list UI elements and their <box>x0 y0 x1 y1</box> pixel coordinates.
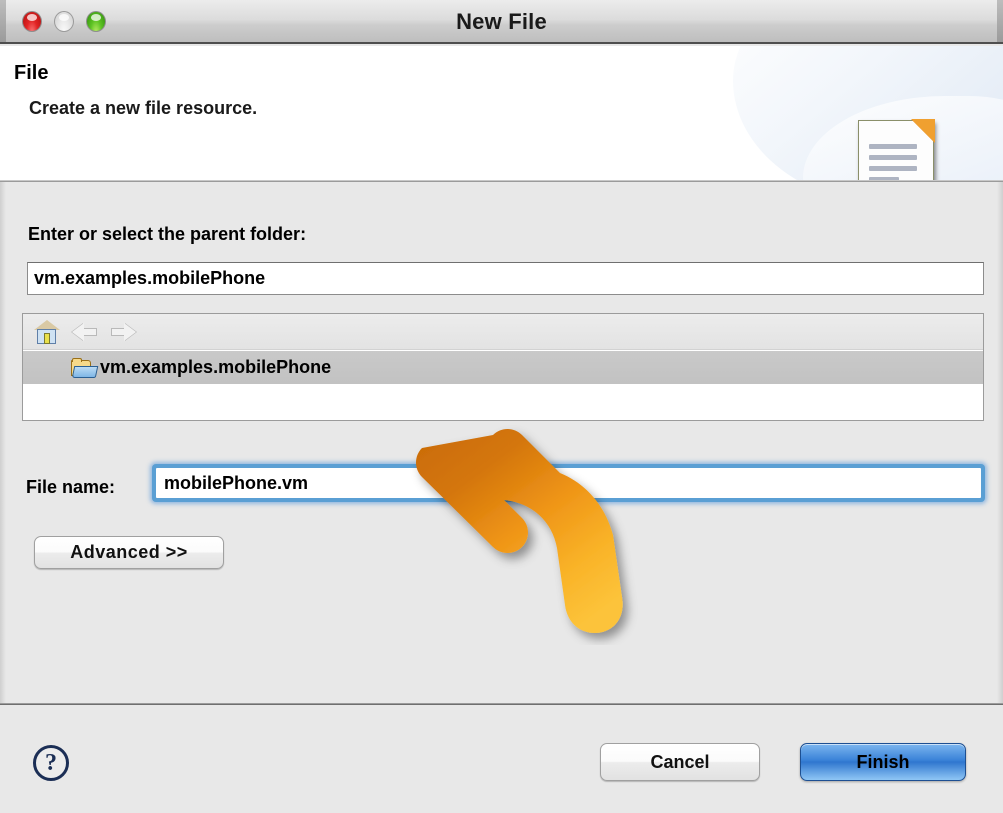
tree-empty-area[interactable] <box>23 384 983 420</box>
back-arrow-icon[interactable] <box>71 321 99 343</box>
dialog-banner: File Create a new file resource. <box>0 46 1003 182</box>
help-button[interactable]: ? <box>33 745 69 781</box>
file-name-focus-ring: mobilePhone.vm <box>152 464 985 502</box>
body-left-edge <box>0 182 6 703</box>
folder-tree-toolbar <box>23 314 983 350</box>
page-subtitle: Create a new file resource. <box>29 98 258 118</box>
open-folder-icon <box>71 357 99 378</box>
advanced-button[interactable]: Advanced >> <box>34 536 224 569</box>
page-title: File <box>14 62 49 84</box>
folder-tree-panel[interactable]: vm.examples.mobilePhone <box>22 313 984 421</box>
home-icon[interactable] <box>33 319 61 345</box>
new-file-dialog-window: New File File Create a new file resource… <box>0 0 1003 813</box>
body-right-edge <box>997 182 1003 703</box>
file-name-input[interactable]: mobilePhone.vm <box>156 468 981 498</box>
file-name-label: File name: <box>26 477 116 497</box>
forward-arrow-icon[interactable] <box>109 321 137 343</box>
new-file-document-icon <box>858 119 935 182</box>
window-title: New File <box>456 9 547 34</box>
finish-button[interactable]: Finish <box>800 743 966 781</box>
cancel-button[interactable]: Cancel <box>600 743 760 781</box>
parent-folder-input[interactable]: vm.examples.mobilePhone <box>27 262 984 295</box>
tree-row[interactable]: vm.examples.mobilePhone <box>23 351 983 384</box>
parent-folder-label: Enter or select the parent folder: <box>28 224 307 244</box>
window-titlebar: New File <box>0 0 1003 44</box>
dialog-body: Enter or select the parent folder: vm.ex… <box>0 182 1003 703</box>
tree-row-label: vm.examples.mobilePhone <box>100 357 332 377</box>
